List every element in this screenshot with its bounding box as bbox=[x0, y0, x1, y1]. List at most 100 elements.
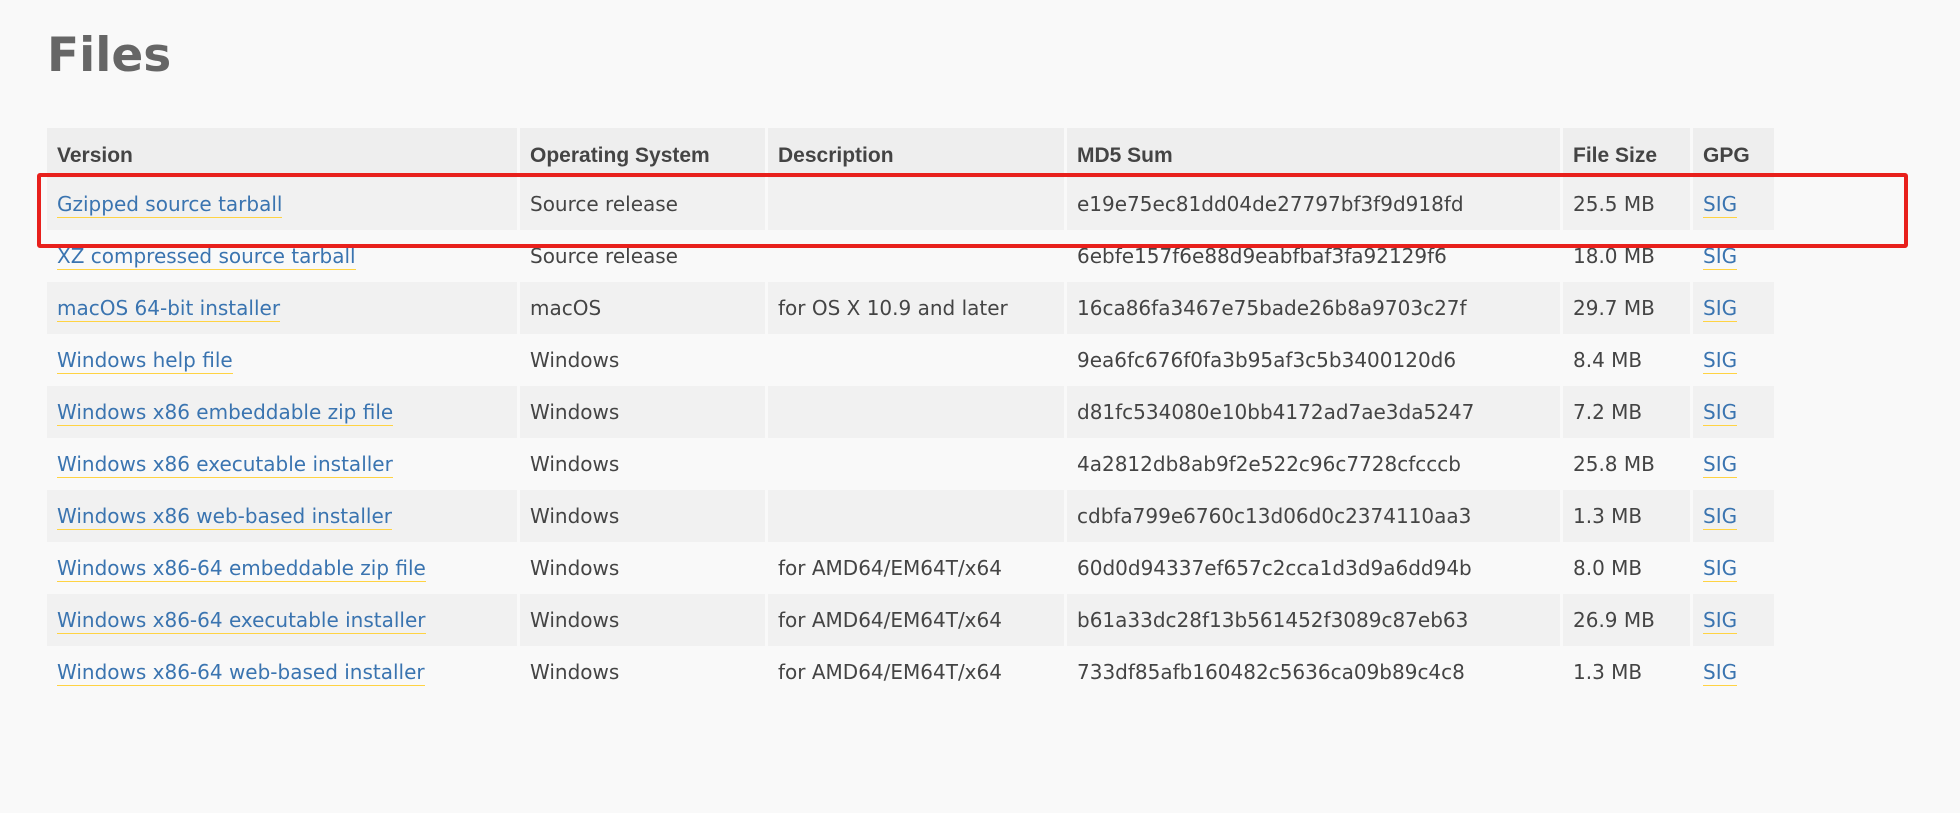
os-cell: Windows bbox=[520, 334, 765, 386]
download-link[interactable]: XZ compressed source tarball bbox=[57, 244, 356, 270]
sig-link[interactable]: SIG bbox=[1703, 400, 1738, 426]
os-cell: Windows bbox=[520, 386, 765, 438]
md5-cell: 6ebfe157f6e88d9eabfbaf3fa92129f6 bbox=[1067, 230, 1560, 282]
md5-cell: b61a33dc28f13b561452f3089c87eb63 bbox=[1067, 594, 1560, 646]
header-version: Version bbox=[47, 128, 517, 178]
md5-cell: 733df85afb160482c5636ca09b89c4c8 bbox=[1067, 646, 1560, 698]
gpg-cell: SIG bbox=[1693, 490, 1774, 542]
table-row: XZ compressed source tarball Source rele… bbox=[47, 230, 1774, 282]
version-cell: Windows x86-64 embeddable zip file bbox=[47, 542, 517, 594]
md5-cell: 9ea6fc676f0fa3b95af3c5b3400120d6 bbox=[1067, 334, 1560, 386]
md5-cell: 60d0d94337ef657c2cca1d3d9a6dd94b bbox=[1067, 542, 1560, 594]
files-table: Version Operating System Description MD5… bbox=[44, 128, 1777, 698]
version-cell: Windows x86-64 web-based installer bbox=[47, 646, 517, 698]
table-header: Version Operating System Description MD5… bbox=[47, 128, 1774, 178]
sig-link[interactable]: SIG bbox=[1703, 660, 1738, 686]
header-gpg: GPG bbox=[1693, 128, 1774, 178]
size-cell: 25.5 MB bbox=[1563, 178, 1690, 230]
header-row: Version Operating System Description MD5… bbox=[47, 128, 1774, 178]
version-cell: Windows x86-64 executable installer bbox=[47, 594, 517, 646]
table-body: Gzipped source tarball Source release e1… bbox=[47, 178, 1774, 698]
size-cell: 8.4 MB bbox=[1563, 334, 1690, 386]
os-cell: Source release bbox=[520, 230, 765, 282]
table-row: Windows x86 web-based installer Windows … bbox=[47, 490, 1774, 542]
version-cell: Windows x86 embeddable zip file bbox=[47, 386, 517, 438]
os-cell: Windows bbox=[520, 542, 765, 594]
header-os: Operating System bbox=[520, 128, 765, 178]
os-cell: Windows bbox=[520, 594, 765, 646]
gpg-cell: SIG bbox=[1693, 646, 1774, 698]
files-page: Files Version Operating System Descripti… bbox=[0, 0, 1960, 813]
download-link[interactable]: Windows x86-64 web-based installer bbox=[57, 660, 425, 686]
size-cell: 29.7 MB bbox=[1563, 282, 1690, 334]
os-cell: Windows bbox=[520, 646, 765, 698]
md5-cell: 4a2812db8ab9f2e522c96c7728cfcccb bbox=[1067, 438, 1560, 490]
table-row: Windows help file Windows 9ea6fc676f0fa3… bbox=[47, 334, 1774, 386]
version-cell: Windows x86 executable installer bbox=[47, 438, 517, 490]
table-row: Windows x86-64 web-based installer Windo… bbox=[47, 646, 1774, 698]
gpg-cell: SIG bbox=[1693, 282, 1774, 334]
size-cell: 18.0 MB bbox=[1563, 230, 1690, 282]
gpg-cell: SIG bbox=[1693, 594, 1774, 646]
size-cell: 1.3 MB bbox=[1563, 490, 1690, 542]
description-cell bbox=[768, 490, 1064, 542]
md5-cell: e19e75ec81dd04de27797bf3f9d918fd bbox=[1067, 178, 1560, 230]
gpg-cell: SIG bbox=[1693, 178, 1774, 230]
gpg-cell: SIG bbox=[1693, 438, 1774, 490]
header-size: File Size bbox=[1563, 128, 1690, 178]
sig-link[interactable]: SIG bbox=[1703, 556, 1738, 582]
gpg-cell: SIG bbox=[1693, 334, 1774, 386]
description-cell: for AMD64/EM64T/x64 bbox=[768, 646, 1064, 698]
description-cell bbox=[768, 230, 1064, 282]
table-row: Windows x86 executable installer Windows… bbox=[47, 438, 1774, 490]
size-cell: 8.0 MB bbox=[1563, 542, 1690, 594]
sig-link[interactable]: SIG bbox=[1703, 192, 1738, 218]
version-cell: Gzipped source tarball bbox=[47, 178, 517, 230]
download-link[interactable]: Windows x86 embeddable zip file bbox=[57, 400, 394, 426]
version-cell: XZ compressed source tarball bbox=[47, 230, 517, 282]
header-md5: MD5 Sum bbox=[1067, 128, 1560, 178]
size-cell: 1.3 MB bbox=[1563, 646, 1690, 698]
gpg-cell: SIG bbox=[1693, 542, 1774, 594]
description-cell bbox=[768, 178, 1064, 230]
sig-link[interactable]: SIG bbox=[1703, 608, 1738, 634]
md5-cell: d81fc534080e10bb4172ad7ae3da5247 bbox=[1067, 386, 1560, 438]
header-description: Description bbox=[768, 128, 1064, 178]
version-cell: Windows x86 web-based installer bbox=[47, 490, 517, 542]
os-cell: macOS bbox=[520, 282, 765, 334]
md5-cell: 16ca86fa3467e75bade26b8a9703c27f bbox=[1067, 282, 1560, 334]
os-cell: Windows bbox=[520, 438, 765, 490]
description-cell bbox=[768, 438, 1064, 490]
size-cell: 7.2 MB bbox=[1563, 386, 1690, 438]
download-link[interactable]: Windows x86-64 executable installer bbox=[57, 608, 426, 634]
download-link[interactable]: Gzipped source tarball bbox=[57, 192, 283, 218]
os-cell: Windows bbox=[520, 490, 765, 542]
download-link[interactable]: Windows x86-64 embeddable zip file bbox=[57, 556, 426, 582]
sig-link[interactable]: SIG bbox=[1703, 452, 1738, 478]
os-cell: Source release bbox=[520, 178, 765, 230]
download-link[interactable]: Windows x86 executable installer bbox=[57, 452, 393, 478]
download-link[interactable]: macOS 64-bit installer bbox=[57, 296, 281, 322]
version-cell: Windows help file bbox=[47, 334, 517, 386]
sig-link[interactable]: SIG bbox=[1703, 244, 1738, 270]
description-cell bbox=[768, 386, 1064, 438]
sig-link[interactable]: SIG bbox=[1703, 504, 1738, 530]
page-title: Files bbox=[47, 28, 172, 83]
version-cell: macOS 64-bit installer bbox=[47, 282, 517, 334]
size-cell: 26.9 MB bbox=[1563, 594, 1690, 646]
sig-link[interactable]: SIG bbox=[1703, 348, 1738, 374]
description-cell: for AMD64/EM64T/x64 bbox=[768, 542, 1064, 594]
md5-cell: cdbfa799e6760c13d06d0c2374110aa3 bbox=[1067, 490, 1560, 542]
description-cell: for OS X 10.9 and later bbox=[768, 282, 1064, 334]
table-row: Windows x86-64 executable installer Wind… bbox=[47, 594, 1774, 646]
table-row: Windows x86-64 embeddable zip file Windo… bbox=[47, 542, 1774, 594]
gpg-cell: SIG bbox=[1693, 386, 1774, 438]
description-cell: for AMD64/EM64T/x64 bbox=[768, 594, 1064, 646]
size-cell: 25.8 MB bbox=[1563, 438, 1690, 490]
gpg-cell: SIG bbox=[1693, 230, 1774, 282]
download-link[interactable]: Windows x86 web-based installer bbox=[57, 504, 392, 530]
download-link[interactable]: Windows help file bbox=[57, 348, 233, 374]
sig-link[interactable]: SIG bbox=[1703, 296, 1738, 322]
table-row: Gzipped source tarball Source release e1… bbox=[47, 178, 1774, 230]
description-cell bbox=[768, 334, 1064, 386]
